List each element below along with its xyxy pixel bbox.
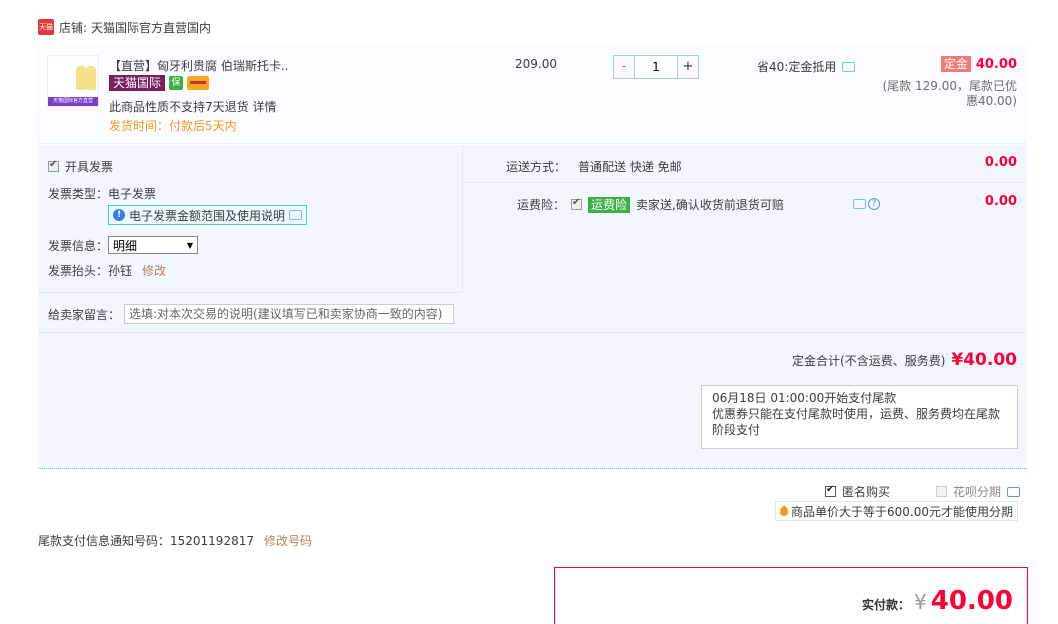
tail-notify-row: 尾款支付信息通知号码：15201192817 修改号码 <box>38 532 312 549</box>
product-title-link[interactable]: 【直营】匈牙利贵腐 伯瑞斯托卡.. <box>109 57 288 74</box>
invoice-type: 发票类型：电子发票 <box>48 187 157 201</box>
quantity-stepper: - 1 + <box>613 55 699 79</box>
yen-symbol: ¥ <box>914 590 927 614</box>
unit-price: 209.00 <box>515 57 557 71</box>
qty-input[interactable]: 1 <box>634 56 678 78</box>
question-icon[interactable]: ? <box>868 198 880 210</box>
info-icon: ! <box>113 209 125 221</box>
chat-icon <box>289 210 303 220</box>
discount-text: 省40:定金抵用 <box>757 60 837 74</box>
card-payment-icon[interactable] <box>187 76 210 90</box>
deposit-total: 定金合计(不含运费、服务费) ¥40.00 <box>792 350 1017 370</box>
invoice-help-text: 电子发票金额范围及使用说明 <box>129 208 286 223</box>
shop-name-link[interactable]: 天猫国际官方直营国内 <box>91 19 211 36</box>
insurance-checkbox[interactable] <box>571 197 583 210</box>
anonymous-purchase: 匿名购买 <box>825 483 890 500</box>
insurance-help-icons: ? <box>853 198 880 210</box>
tmall-logo-icon: 天猫 <box>38 19 54 35</box>
shop-label: 店铺: <box>59 20 88 35</box>
no-return-notice[interactable]: 此商品性质不支持7天退货 详情 <box>109 98 276 115</box>
deposit-total-label: 定金合计(不含运费、服务费) <box>792 354 946 368</box>
chat-icon[interactable] <box>1007 486 1021 497</box>
tail-notify-text: 尾款支付信息通知号码：15201192817 <box>38 534 254 548</box>
final-payment-row: 实付款： ¥ 40.00 <box>862 586 1013 616</box>
discount-info: 省40:定金抵用 <box>757 58 856 75</box>
insurance-badge: 运费险 <box>588 196 631 213</box>
item-deposit: 定金 40.00 <box>940 56 1017 72</box>
huabei-label: 花呗分期 <box>953 485 1002 499</box>
invoice-info-value: 明细 <box>113 238 138 253</box>
tail-payment-info-box: 06月18日 01:00:00开始支付尾款 优惠券只能在支付尾款时使用，运费、服… <box>701 385 1018 449</box>
invoice-shipping-section: 开具发票 发票类型：电子发票 ! 电子发票金额范围及使用说明 发票信息： 明细 … <box>38 145 1027 333</box>
insurance-fee: 0.00 <box>984 194 1017 209</box>
shop-header: 天猫 店铺: 天猫国际官方直营国内 <box>38 16 211 38</box>
shipping-method-value: 普通配送 快递 免邮 <box>578 160 682 174</box>
deposit-badge: 定金 <box>940 56 971 72</box>
totals-section: 定金合计(不含运费、服务费) ¥40.00 06月18日 01:00:00开始支… <box>38 333 1027 469</box>
invoice-checkbox[interactable] <box>48 159 59 172</box>
invoice-info-row: 发票信息： 明细 ▼ <box>48 236 199 254</box>
invoice-head-row: 发票抬头：孙钰 修改 <box>48 262 166 279</box>
seller-message-row: 给卖家留言： 选填:对本次交易的说明(建议填写已和卖家协商一致的内容) <box>48 304 455 324</box>
seller-message-label: 给卖家留言： <box>48 307 121 322</box>
huabei-checkbox[interactable] <box>936 486 947 497</box>
final-payment-amount: 40.00 <box>930 586 1013 616</box>
chat-icon[interactable] <box>842 61 856 72</box>
chevron-down-icon: ▼ <box>186 240 194 250</box>
invoice-open-label: 开具发票 <box>65 160 114 174</box>
insurance-label: 运费险： <box>517 198 566 212</box>
invoice-help-link[interactable]: ! 电子发票金额范围及使用说明 <box>108 205 308 225</box>
invoice-open-row: 开具发票 <box>48 158 113 175</box>
tail-payment-start: 06月18日 01:00:00开始支付尾款 <box>712 391 897 405</box>
installment-note: 商品单价大于等于600.00元才能使用分期 <box>775 501 1018 521</box>
qty-minus-button[interactable]: - <box>614 56 634 78</box>
seller-message-input[interactable]: 选填:对本次交易的说明(建议填写已和卖家协商一致的内容) <box>124 304 455 324</box>
final-payment-box: 实付款： ¥ 40.00 <box>554 567 1028 624</box>
huabei-installment: 花呗分期 <box>936 483 1021 500</box>
final-payment-label: 实付款： <box>862 598 911 612</box>
shipping-fee: 0.00 <box>984 155 1017 170</box>
insurance-row: 运费险： 运费险 卖家送,确认收货前退货可赔 <box>517 196 784 213</box>
order-item: 天猫国际官方直营 【直营】匈牙利贵腐 伯瑞斯托卡.. 天猫国际 保 此商品性质不… <box>38 44 1027 144</box>
invoice-info-label: 发票信息： <box>48 238 109 253</box>
invoice-head-label: 发票抬头：孙钰 <box>48 264 133 278</box>
shipping-method-label: 运送方式： <box>506 160 567 174</box>
qty-plus-button[interactable]: + <box>678 56 698 78</box>
deposit-amount: 40.00 <box>975 56 1017 72</box>
product-thumbnail[interactable]: 天猫国际官方直营 <box>47 55 99 107</box>
location-pin-icon <box>780 506 788 516</box>
invoice-panel: 开具发票 发票类型：电子发票 ! 电子发票金额范围及使用说明 发票信息： 明细 … <box>38 145 463 293</box>
anonymous-label: 匿名购买 <box>842 485 891 499</box>
deposit-total-amount: ¥40.00 <box>951 350 1017 370</box>
installment-note-text: 商品单价大于等于600.00元才能使用分期 <box>791 504 1013 519</box>
thumbnail-tag: 天猫国际官方直营 <box>48 97 98 106</box>
tail-payment-note: (尾款 129.00，尾款已优惠40.00) <box>882 79 1018 108</box>
chat-icon[interactable] <box>853 199 866 209</box>
edit-phone-link[interactable]: 修改号码 <box>264 534 312 548</box>
tmall-global-badge: 天猫国际 <box>109 75 166 91</box>
invoice-info-select[interactable]: 明细 ▼ <box>108 236 199 254</box>
ship-time: 发货时间：付款后5天内 <box>109 119 237 133</box>
anonymous-checkbox[interactable] <box>825 484 836 497</box>
tail-payment-coupon-note: 优惠券只能在支付尾款时使用，运费、服务费均在尾款阶段支付 <box>712 407 1001 437</box>
guarantee-icon[interactable]: 保 <box>169 76 184 90</box>
product-badges: 天猫国际 保 <box>109 75 210 91</box>
insurance-text: 卖家送,确认收货前退货可赔 <box>636 198 784 212</box>
invoice-head-edit-link[interactable]: 修改 <box>142 264 166 278</box>
shipping-method: 运送方式： 普通配送 快递 免邮 <box>506 158 682 175</box>
